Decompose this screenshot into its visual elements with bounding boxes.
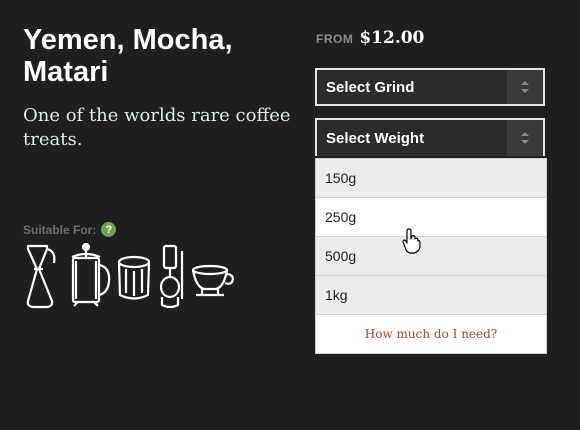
how-much-link[interactable]: How much do I need? [316,315,546,353]
aeropress-icon [117,255,151,300]
weight-option-250g[interactable]: 250g [316,198,546,237]
weight-option-1kg[interactable]: 1kg [316,276,546,315]
hand-cursor-icon [402,228,421,254]
weight-option-500g[interactable]: 500g [316,237,546,276]
chemex-icon [26,244,56,309]
price-from-label: FROM [316,32,354,46]
weight-select[interactable]: Select Weight [315,118,545,156]
product-tagline: One of the worlds rare coffee treats. [23,105,291,150]
weight-option-150g[interactable]: 150g [316,159,546,198]
weight-dropdown: 150g 250g 500g 1kg How much do I need? [315,158,547,354]
pour-over-dripper-icon [191,264,234,297]
grind-select[interactable]: Select Grind [315,68,545,106]
brewer-icons [22,243,236,311]
price-value: $12.00 [359,28,425,48]
select-arrows-icon [507,70,543,104]
grind-select-label: Select Grind [326,78,415,96]
price: FROM $12.00 [316,28,424,48]
suitable-for-label: Suitable For: [23,222,97,237]
french-press-icon [71,243,111,307]
weight-select-label: Select Weight [326,129,425,147]
help-icon[interactable]: ? [101,222,117,237]
siphon-icon [159,244,184,309]
suitable-for: Suitable For: ? [23,222,117,237]
product-title: Yemen, Mocha, Matari [23,24,293,88]
product-title-line-1: Yemen, Mocha, [23,24,233,56]
select-arrows-icon [507,120,543,156]
product-title-line-2: Matari [23,56,109,88]
